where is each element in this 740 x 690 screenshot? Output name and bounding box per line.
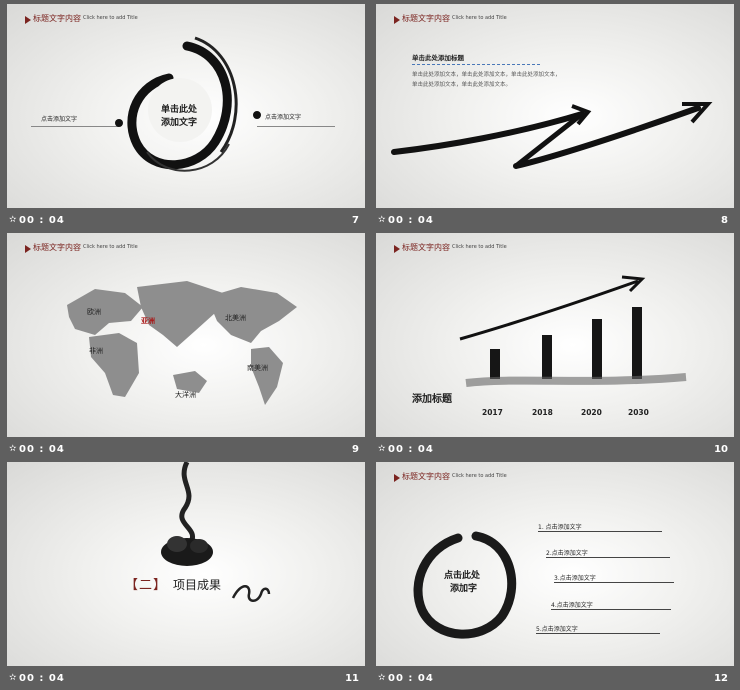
star-icon: ✫: [378, 215, 386, 225]
body-text-line1: 单击此处添加文本，单击此处添加文本，单击此处添加文本，: [412, 72, 561, 78]
header-marker-icon: [394, 474, 400, 482]
center-text-line1: 单击此处: [161, 105, 198, 115]
label-oceania: 大洋洲: [175, 391, 196, 399]
slide-footer: ✫ 00 : 04 8: [376, 208, 734, 232]
slide-header-subtitle: Click here to add Title: [452, 473, 507, 479]
slide-canvas: 标题文字内容 Click here to add Title 欧洲 亚洲 北美洲…: [7, 233, 365, 437]
slide-canvas: 标题文字内容 Click here to add Title 单击此处添加标题 …: [376, 4, 734, 208]
slide-footer: ✫ 00 : 04 9: [7, 437, 365, 461]
label-europe: 欧洲: [87, 308, 101, 316]
slide-number: 8: [721, 215, 728, 226]
header-marker-icon: [25, 16, 31, 24]
header-marker-icon: [394, 245, 400, 253]
year-label-2: 2018: [532, 408, 553, 417]
section-bracket-open: 【: [125, 578, 139, 593]
slide-header-subtitle: Click here to add Title: [83, 244, 138, 250]
label-north-america: 北美洲: [225, 314, 246, 322]
slide-header-title: 标题文字内容: [402, 472, 450, 481]
section-bracket-close: 】: [153, 578, 167, 593]
slide-thumbnail-11[interactable]: 【 二 】 项目成果 ✫ 00 : 04 11: [7, 462, 365, 690]
year-label-4: 2030: [628, 408, 649, 417]
right-label: 点击添加文字: [265, 114, 302, 121]
star-icon: ✫: [9, 673, 17, 683]
section-number: 二: [139, 578, 153, 593]
list-item-5: 5.点击添加文字: [536, 626, 578, 633]
list-item-3: 3.点击添加文字: [554, 575, 596, 582]
slide-header-title: 标题文字内容: [33, 243, 81, 252]
list-underline: [554, 582, 674, 583]
slide-timing: 00 : 04: [388, 673, 434, 684]
list-underline: [538, 531, 662, 532]
list-item-4: 4.点击添加文字: [551, 602, 593, 609]
star-icon: ✫: [9, 444, 17, 454]
slide-thumbnail-7[interactable]: 标题文字内容 Click here to add Title 单击此处 添加文字…: [7, 4, 365, 232]
left-dot-icon: [115, 119, 123, 127]
slide-thumbnail-9[interactable]: 标题文字内容 Click here to add Title 欧洲 亚洲 北美洲…: [7, 233, 365, 461]
year-label-1: 2017: [482, 408, 503, 417]
left-connector-line: [31, 126, 119, 127]
right-dot-icon: [253, 111, 261, 119]
label-africa: 非洲: [89, 347, 103, 355]
label-south-america: 南美洲: [247, 364, 268, 372]
slide-timing: 00 : 04: [19, 215, 65, 226]
slide-thumbnail-10[interactable]: 标题文字内容 Click here to add Title 添加标题 2017…: [376, 233, 734, 461]
header-marker-icon: [25, 245, 31, 253]
slide-thumbnail-12[interactable]: 标题文字内容 Click here to add Title 点击此处 添加字 …: [376, 462, 734, 690]
center-text-line2: 添加字: [450, 584, 478, 594]
body-title: 单击此处添加标题: [412, 54, 464, 62]
growth-chart-icon: [459, 275, 687, 387]
center-text-line1: 点击此处: [444, 571, 481, 581]
chart-title: 添加标题: [412, 394, 452, 405]
list-underline: [536, 633, 660, 634]
slide-header-title: 标题文字内容: [33, 14, 81, 23]
slide-canvas: 标题文字内容 Click here to add Title 点击此处 添加字 …: [376, 462, 734, 666]
slide-number: 10: [714, 444, 728, 455]
slide-thumbnail-8[interactable]: 标题文字内容 Click here to add Title 单击此处添加标题 …: [376, 4, 734, 232]
slide-header-title: 标题文字内容: [402, 14, 450, 23]
section-title: 项目成果: [173, 578, 222, 592]
slide-canvas: 标题文字内容 Click here to add Title 单击此处 添加文字…: [7, 4, 365, 208]
year-label-3: 2020: [581, 408, 602, 417]
slide-number: 7: [352, 215, 359, 226]
slide-header-subtitle: Click here to add Title: [83, 15, 138, 21]
right-connector-line: [257, 126, 335, 127]
star-icon: ✫: [378, 444, 386, 454]
list-item-2: 2.点击添加文字: [546, 550, 588, 557]
header-marker-icon: [394, 16, 400, 24]
cloud-swirl-icon: [231, 585, 271, 602]
slide-footer: ✫ 00 : 04 12: [376, 666, 734, 690]
slide-canvas: 【 二 】 项目成果: [7, 462, 365, 666]
title-underline: [412, 64, 540, 65]
slide-header-subtitle: Click here to add Title: [452, 244, 507, 250]
ink-arrow-icon: [391, 102, 713, 169]
slide-timing: 00 : 04: [19, 673, 65, 684]
slide-footer: ✫ 00 : 04 11: [7, 666, 365, 690]
slide-header-title: 标题文字内容: [402, 243, 450, 252]
slide-header-subtitle: Click here to add Title: [452, 15, 507, 21]
slide-footer: ✫ 00 : 04 7: [7, 208, 365, 232]
slide-number: 12: [714, 673, 728, 684]
slide-number: 9: [352, 444, 359, 455]
slide-timing: 00 : 04: [388, 444, 434, 455]
slide-footer: ✫ 00 : 04 10: [376, 437, 734, 461]
center-text-line2: 添加文字: [161, 118, 198, 128]
star-icon: ✫: [9, 215, 17, 225]
slide-timing: 00 : 04: [19, 444, 65, 455]
label-asia: 亚洲: [141, 317, 155, 325]
body-text-line2: 单击此处添加文本，单击此处添加文本。: [412, 82, 512, 88]
list-underline: [551, 609, 671, 610]
list-item-1: 1. 点击添加文字: [538, 524, 582, 531]
slide-number: 11: [345, 673, 359, 684]
slide-canvas: 标题文字内容 Click here to add Title 添加标题 2017…: [376, 233, 734, 437]
ink-smoke-icon: [161, 462, 213, 566]
slide-timing: 00 : 04: [388, 215, 434, 226]
left-label: 点击添加文字: [41, 116, 78, 123]
star-icon: ✫: [378, 673, 386, 683]
list-underline: [546, 557, 670, 558]
